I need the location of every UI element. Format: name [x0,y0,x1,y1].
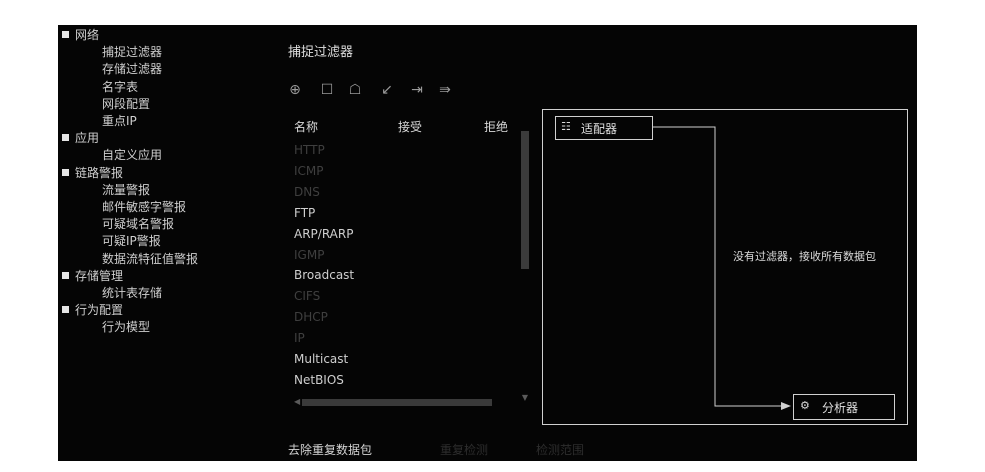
adapter-node[interactable]: ☷ 适配器 [555,116,653,140]
protocol-row[interactable]: DNS [294,184,320,200]
protocol-row[interactable]: ARP/RARP [294,226,353,242]
tree-item[interactable]: 捕捉过滤器 [102,44,162,60]
protocol-row[interactable]: IP [294,330,305,346]
collapse-icon[interactable] [62,168,69,176]
collapse-icon[interactable] [62,271,69,279]
protocol-row[interactable]: ICMP [294,163,324,179]
collapse-icon[interactable] [62,306,69,314]
network-adapter-icon: ☷ [561,120,571,133]
adapter-label: 适配器 [581,122,618,136]
tree-item[interactable]: 可疑域名警报 [102,216,174,232]
tree-item[interactable]: 数据流特征值警报 [102,251,198,267]
add-icon[interactable]: ⊕ [286,81,304,99]
tree-group-label: 应用 [75,131,100,146]
protocol-row[interactable]: HTTP [294,142,325,158]
collapse-icon[interactable] [62,31,69,38]
protocol-row[interactable]: Multicast [294,351,348,367]
no-filter-message: 没有过滤器，接收所有数据包 [733,250,876,263]
tree-group-label: 网络 [75,28,100,42]
dedup-packets-option[interactable]: 去除重复数据包 [288,441,372,458]
tree-item[interactable]: 可疑IP警报 [102,233,161,249]
tree-item[interactable]: 存储过滤器 [102,61,162,77]
protocol-row[interactable]: DHCP [294,309,328,325]
filter-flow-diagram: ☷ 适配器 没有过滤器，接收所有数据包 ⚙ 分析器 [542,109,908,425]
tree-item[interactable]: 网段配置 [102,96,150,112]
column-reject[interactable]: 拒绝 [484,118,508,135]
protocol-row[interactable]: CIFS [294,288,320,304]
scroll-down-icon[interactable]: ▼ [520,393,530,403]
panel-title: 捕捉过滤器 [288,45,354,60]
capture-filter-window: 网络 捕捉过滤器 存储过滤器 名字表 网段配置 重点IP 应用 自定义应用 链路警报 流量警报 邮件… [58,25,917,461]
delete-icon[interactable]: ☖ [346,81,364,99]
export-icon[interactable]: ⇛ [436,81,454,99]
settings-tree: 网络 捕捉过滤器 存储过滤器名字表 网段配置 重点IP 应用 自定义应用链路警报流量警报 邮件… [58,25,270,461]
duplicate-detect-option[interactable]: 重复检测 [440,441,488,458]
import-icon[interactable]: ⇥ [408,81,426,99]
protocol-list: HTTP ICMP DNS FTP ARP/RARP IGMP Broadcast CIFS D… [294,142,514,400]
tree-item[interactable]: 流量警报 [102,182,150,198]
scroll-left-icon[interactable]: ◀ [294,397,300,407]
tree-group[interactable]: 链路警报 [62,165,123,181]
tree-item[interactable]: 行为模型 [102,319,150,335]
tree-item[interactable]: 统计表存储 [102,285,162,301]
tree-group[interactable]: 网络 [62,27,99,43]
vscroll-thumb[interactable] [521,131,529,269]
analyzer-icon: ⚙ [800,399,810,412]
tree-group-label: 存储管理 [75,268,124,283]
protocol-list-vscroll[interactable]: ▼ [520,131,530,403]
tree-item[interactable]: 重点IP [102,113,137,129]
edit-icon[interactable]: ☐ [318,81,336,99]
analyzer-label: 分析器 [822,401,859,415]
tree-group[interactable]: 应用 [62,130,99,146]
tree-item[interactable]: 自定义应用 [102,147,162,163]
protocol-row[interactable]: Broadcast [294,267,354,283]
collapse-icon[interactable] [62,134,69,142]
detect-range-option[interactable]: 检测范围 [536,441,584,458]
hscroll-thumb[interactable] [302,399,492,406]
protocol-row[interactable]: FTP [294,205,315,221]
tree-group-label: 行为配置 [75,303,124,318]
tree-item[interactable]: 邮件敏感字警报 [102,199,186,215]
analyzer-node[interactable]: ⚙ 分析器 [793,394,895,420]
tree-item[interactable]: 名字表 [102,79,138,95]
protocol-list-hscroll[interactable]: ◀ [294,397,508,407]
protocol-row[interactable]: IGMP [294,247,324,263]
tree-group[interactable]: 行为配置 [62,302,123,318]
column-name[interactable]: 名称 [294,118,318,135]
tree-group-label: 链路警报 [75,165,124,180]
undo-icon[interactable]: ↙ [378,81,396,99]
column-accept[interactable]: 接受 [398,118,422,135]
flow-connector [653,126,791,410]
protocol-row[interactable]: NetBIOS [294,372,344,388]
tree-group[interactable]: 存储管理 [62,268,123,284]
